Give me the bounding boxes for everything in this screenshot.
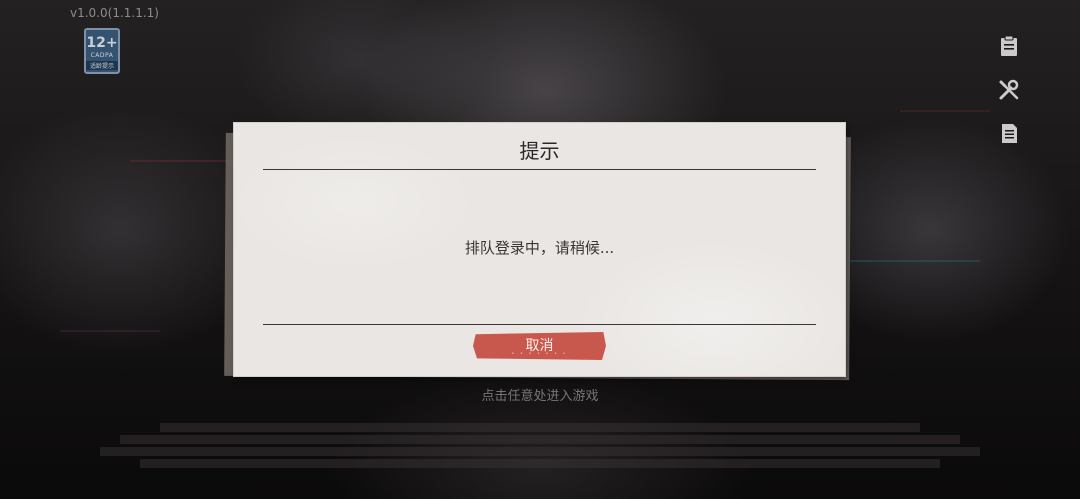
divider (263, 324, 816, 325)
notice-line (140, 459, 940, 468)
clipboard-icon[interactable] (996, 33, 1022, 59)
notice-line (120, 435, 960, 444)
dialog-title: 提示 (519, 139, 560, 163)
age-rating-badge[interactable]: 12+ CADPA 适龄提示 (84, 28, 120, 74)
wrench-screwdriver-icon[interactable] (996, 77, 1022, 103)
version-label: v1.0.0(1.1.1.1) (70, 6, 159, 20)
button-ornament: • • • • • • • (511, 351, 568, 357)
age-rating-org: CADPA (90, 52, 114, 59)
notice-line (100, 447, 980, 456)
cancel-button[interactable]: 取消 • • • • • • • (473, 332, 606, 360)
tap-to-enter-hint: 点击任意处进入游戏 (481, 389, 599, 404)
queue-login-dialog: 提示 排队登录中，请稍候... 取消 • • • • • • • (234, 123, 845, 376)
dialog-message: 排队登录中，请稍候... (464, 239, 615, 257)
glitch-decoration (60, 330, 160, 332)
divider (263, 169, 816, 170)
health-notice-text-block (100, 420, 980, 471)
glitch-decoration (900, 110, 990, 112)
age-rating-tip: 适龄提示 (86, 61, 118, 70)
glitch-decoration (840, 260, 980, 262)
document-list-icon[interactable] (996, 120, 1022, 146)
notice-line (160, 423, 920, 432)
game-start-screen[interactable]: v1.0.0(1.1.1.1) 12+ CADPA 适龄提示 点击任意处进入游戏 (0, 0, 1080, 499)
age-rating-number: 12+ (86, 35, 118, 51)
